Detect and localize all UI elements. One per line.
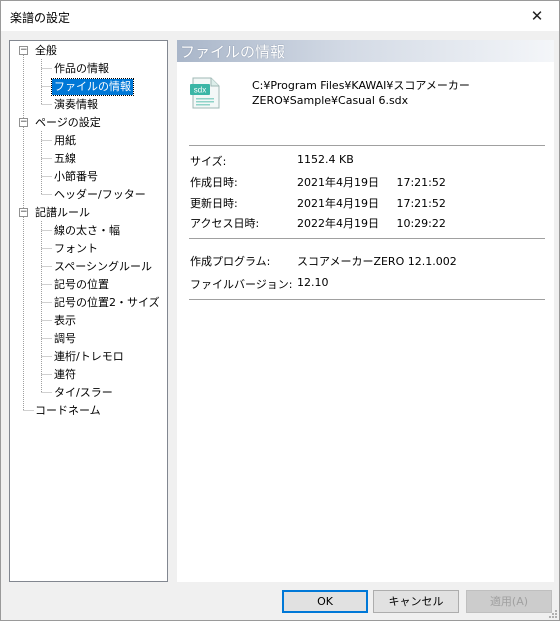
sdx-file-icon: sdx (189, 76, 223, 110)
tree-item-chord-name[interactable]: コードネーム (33, 403, 103, 419)
modified-label: 更新日時: (190, 197, 238, 210)
window-title: 楽譜の設定 (10, 11, 71, 25)
tree-item-work-info[interactable]: 作品の情報 (52, 61, 111, 77)
collapse-icon[interactable]: − (19, 118, 28, 127)
file-info-panel: ファイルの情報 sdx C:¥Program Files¥KAWAI¥スコアメー… (177, 40, 554, 582)
tree-item-paper[interactable]: 用紙 (52, 133, 78, 149)
ok-button[interactable]: OK (282, 590, 368, 613)
tree-item-beam-tremolo[interactable]: 連桁/トレモロ (52, 349, 126, 365)
apply-button[interactable]: 適用(A) (466, 590, 552, 613)
score-settings-dialog: 楽譜の設定 ✕ − 全般 作品の情報 ファイルの情報 演奏情報 − ページの設定… (0, 0, 560, 621)
tree-item-tuplet[interactable]: 連符 (52, 367, 78, 383)
tree-item-file-info[interactable]: ファイルの情報 (51, 78, 134, 96)
tree-item-measure-number[interactable]: 小節番号 (52, 169, 100, 185)
tree-item-symbol-position[interactable]: 記号の位置 (52, 277, 111, 293)
tree-item-staff[interactable]: 五線 (52, 151, 78, 167)
accessed-label: アクセス日時: (190, 217, 260, 230)
collapse-icon[interactable]: − (19, 208, 28, 217)
tree-item-font[interactable]: フォント (52, 241, 100, 257)
tree-item-key-signature[interactable]: 調号 (52, 331, 78, 347)
created-label: 作成日時: (190, 176, 238, 189)
divider (189, 145, 545, 146)
panel-header: ファイルの情報 (177, 40, 554, 62)
accessed-value: 2022年4月19日 10:29:22 (297, 217, 446, 230)
program-label: 作成プログラム: (190, 255, 271, 268)
tree-item-page-settings[interactable]: ページの設定 (33, 115, 103, 131)
file-version-value: 12.10 (297, 276, 329, 289)
tree-item-general[interactable]: 全般 (33, 43, 59, 59)
collapse-icon[interactable]: − (19, 46, 28, 55)
tree-item-performance-info[interactable]: 演奏情報 (52, 97, 100, 113)
resize-grip-icon[interactable] (547, 608, 557, 618)
tree-item-tie-slur[interactable]: タイ/スラー (52, 385, 115, 401)
tree-item-header-footer[interactable]: ヘッダー/フッター (52, 187, 148, 203)
divider (189, 238, 545, 239)
panel-title: ファイルの情報 (180, 43, 286, 61)
cancel-button[interactable]: キャンセル (373, 590, 459, 613)
file-path: C:¥Program Files¥KAWAI¥スコアメーカー ZERO¥Samp… (252, 78, 542, 108)
file-version-label: ファイルバージョン: (190, 278, 293, 291)
size-value: 1152.4 KB (297, 153, 354, 166)
settings-tree[interactable]: − 全般 作品の情報 ファイルの情報 演奏情報 − ページの設定 用紙 五線 小… (9, 40, 168, 582)
created-value: 2021年4月19日 17:21:52 (297, 176, 446, 189)
file-path-line-1: C:¥Program Files¥KAWAI¥スコアメーカー (252, 79, 470, 92)
close-icon[interactable]: ✕ (515, 1, 559, 31)
tree-item-spacing-rules[interactable]: スペーシングルール (52, 259, 154, 275)
tree-item-symbol-position-2-size[interactable]: 記号の位置2・サイズ (52, 295, 162, 311)
program-value: スコアメーカーZERO 12.1.002 (297, 255, 457, 268)
tree-item-line-width[interactable]: 線の太さ・幅 (52, 223, 122, 239)
title-bar: 楽譜の設定 ✕ (1, 1, 559, 31)
svg-text:sdx: sdx (194, 86, 206, 95)
modified-value: 2021年4月19日 17:21:52 (297, 197, 446, 210)
tree-item-notation-rules[interactable]: 記譜ルール (33, 205, 92, 221)
tree-item-display[interactable]: 表示 (52, 313, 78, 329)
size-label: サイズ: (190, 155, 227, 168)
divider (189, 299, 545, 300)
file-path-line-2: ZERO¥Sample¥Casual 6.sdx (252, 94, 409, 107)
